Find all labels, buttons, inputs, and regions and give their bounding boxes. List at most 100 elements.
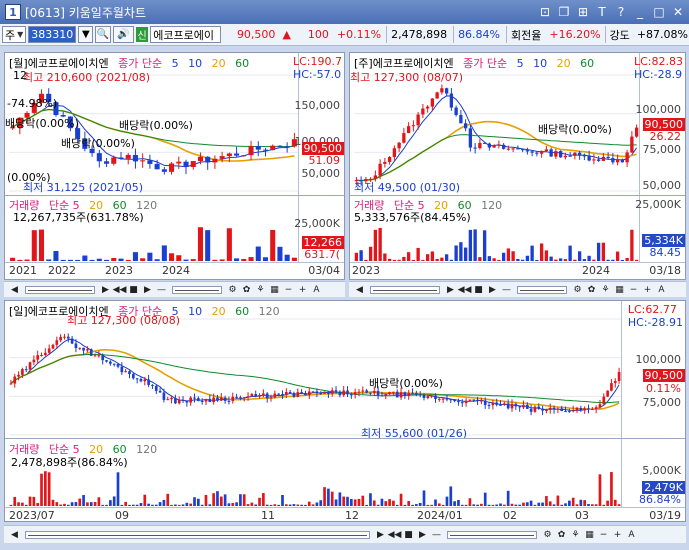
weekly-volume-ytick: 25,000K	[635, 198, 681, 211]
auto-scale-icon[interactable]: A	[655, 283, 668, 296]
candle-body	[472, 399, 476, 401]
speaker-icon[interactable]: 🔊	[112, 26, 134, 43]
volume-bar	[402, 256, 406, 261]
daily-scroll-slider[interactable]	[25, 530, 370, 539]
play-icon[interactable]: ▶	[141, 283, 154, 296]
scroll-left-icon[interactable]: ◀	[8, 528, 21, 541]
scroll-right-icon[interactable]: ▶	[444, 283, 457, 296]
code-dropdown-button[interactable]: ▼	[78, 26, 94, 43]
candle-body	[449, 93, 454, 108]
candle-body	[36, 355, 40, 360]
link-icon[interactable]: ⊡	[537, 4, 553, 20]
search-icon[interactable]: 🔍	[95, 26, 111, 43]
stop-icon[interactable]: ■	[127, 283, 140, 296]
pin-icon[interactable]: ⊞	[575, 4, 591, 20]
volume-bar	[522, 502, 525, 506]
play-icon[interactable]: ▶	[486, 283, 499, 296]
settings-icon[interactable]: ⚙	[226, 283, 239, 296]
volume-bar	[277, 504, 281, 506]
volume-bar	[422, 490, 426, 506]
monthly-zoom-slider[interactable]	[172, 285, 222, 294]
volume-bar	[234, 258, 240, 261]
slider-icon[interactable]: —	[430, 528, 443, 541]
daily-chart-canvas[interactable]	[5, 301, 686, 522]
indicator-icon[interactable]: ⚘	[254, 283, 267, 296]
slider-icon[interactable]: —	[155, 283, 168, 296]
close-icon[interactable]: ✕	[670, 4, 686, 20]
candle-body	[28, 362, 32, 370]
copy-icon[interactable]: ❐	[556, 4, 572, 20]
settings-icon[interactable]: ⚙	[541, 528, 554, 541]
play-icon[interactable]: ▶	[416, 528, 429, 541]
minus-icon[interactable]: −	[597, 528, 610, 541]
monthly-xtick: 2023	[105, 264, 133, 277]
volume-bar	[611, 259, 615, 261]
candle-body	[104, 161, 110, 164]
stop-icon[interactable]: ■	[472, 283, 485, 296]
monthly-dividend-1: 배당락(0.00%)	[5, 117, 79, 130]
volume-bar	[501, 252, 506, 261]
market-select[interactable]: 주 ▼	[2, 26, 27, 43]
daily-zoom-slider[interactable]	[447, 530, 537, 539]
current-price: 90,500	[236, 28, 276, 41]
volume-bar	[125, 259, 131, 261]
slider-icon[interactable]: —	[500, 283, 513, 296]
stock-code-input[interactable]: 383310	[28, 26, 77, 43]
volume-bar	[190, 259, 196, 261]
minimize-icon[interactable]: _	[632, 4, 648, 20]
auto-scale-icon[interactable]: A	[625, 528, 638, 541]
volume-bar	[330, 491, 334, 506]
tools-icon[interactable]: ✿	[555, 528, 568, 541]
indicator-icon[interactable]: ⚘	[569, 528, 582, 541]
weekly-ma60: 60	[580, 57, 595, 70]
text-icon[interactable]: T	[594, 4, 610, 20]
stock-name-field[interactable]: 에코프로에이	[150, 26, 222, 43]
weekly-scroll-slider[interactable]	[370, 285, 440, 294]
maximize-icon[interactable]: □	[651, 4, 667, 20]
volume-bar	[323, 487, 326, 506]
daily-chart-panel[interactable]: [일]에코프로에이치엔 종가 단순 5 10 20 60 120 LC:62.7…	[4, 300, 686, 522]
volume-bar	[66, 504, 70, 506]
candle-body	[497, 144, 501, 146]
scroll-left-icon[interactable]: ◀	[353, 283, 366, 296]
plus-icon[interactable]: +	[296, 283, 309, 296]
plus-icon[interactable]: +	[641, 283, 654, 296]
monthly-scroll-slider[interactable]	[25, 285, 95, 294]
rewind-icon[interactable]: ◀◀	[113, 283, 127, 296]
tools-icon[interactable]: ✿	[585, 283, 598, 296]
help-icon[interactable]: ?	[613, 4, 629, 20]
minus-icon[interactable]: −	[282, 283, 295, 296]
volume-bar	[596, 242, 601, 261]
scroll-right-icon[interactable]: ▶	[99, 283, 112, 296]
rewind-icon[interactable]: ◀◀	[388, 528, 402, 541]
candle-body	[582, 155, 587, 157]
scroll-right-icon[interactable]: ▶	[374, 528, 387, 541]
weekly-zoom-slider[interactable]	[517, 285, 567, 294]
monthly-chart-canvas[interactable]	[5, 53, 345, 280]
weekly-chart-panel[interactable]: [주]에코프로에이치엔 종가 단순 5 10 20 60 LC:82.83 HC…	[349, 52, 686, 280]
plus-icon[interactable]: +	[611, 528, 624, 541]
grid-icon[interactable]: ▦	[583, 528, 596, 541]
monthly-chart-panel[interactable]: [월]에코프로에이치엔 종가 단순 5 10 20 60 LC:190.7 HC…	[4, 52, 345, 280]
minus-icon[interactable]: −	[627, 283, 640, 296]
indicator-icon[interactable]: ⚘	[599, 283, 612, 296]
tools-icon[interactable]: ✿	[240, 283, 253, 296]
candle-body	[242, 397, 246, 399]
volume-bar	[525, 502, 529, 506]
scroll-left-icon[interactable]: ◀	[8, 283, 21, 296]
rewind-icon[interactable]: ◀◀	[458, 283, 472, 296]
stop-icon[interactable]: ■	[402, 528, 415, 541]
daily-volume-pct: 86.84%	[639, 493, 681, 506]
grid-icon[interactable]: ▦	[613, 283, 626, 296]
settings-icon[interactable]: ⚙	[571, 283, 584, 296]
weekly-ytick: 100,000	[635, 103, 682, 116]
weekly-chart-canvas[interactable]	[350, 53, 686, 280]
candle-body	[378, 163, 382, 176]
volume-bar	[112, 496, 116, 506]
daily-volume-ytick: 5,000K	[642, 464, 681, 477]
candle-body	[212, 397, 215, 403]
auto-scale-icon[interactable]: A	[310, 283, 323, 296]
volume-bar	[445, 496, 449, 506]
volume-bar	[594, 504, 598, 506]
grid-icon[interactable]: ▦	[268, 283, 281, 296]
